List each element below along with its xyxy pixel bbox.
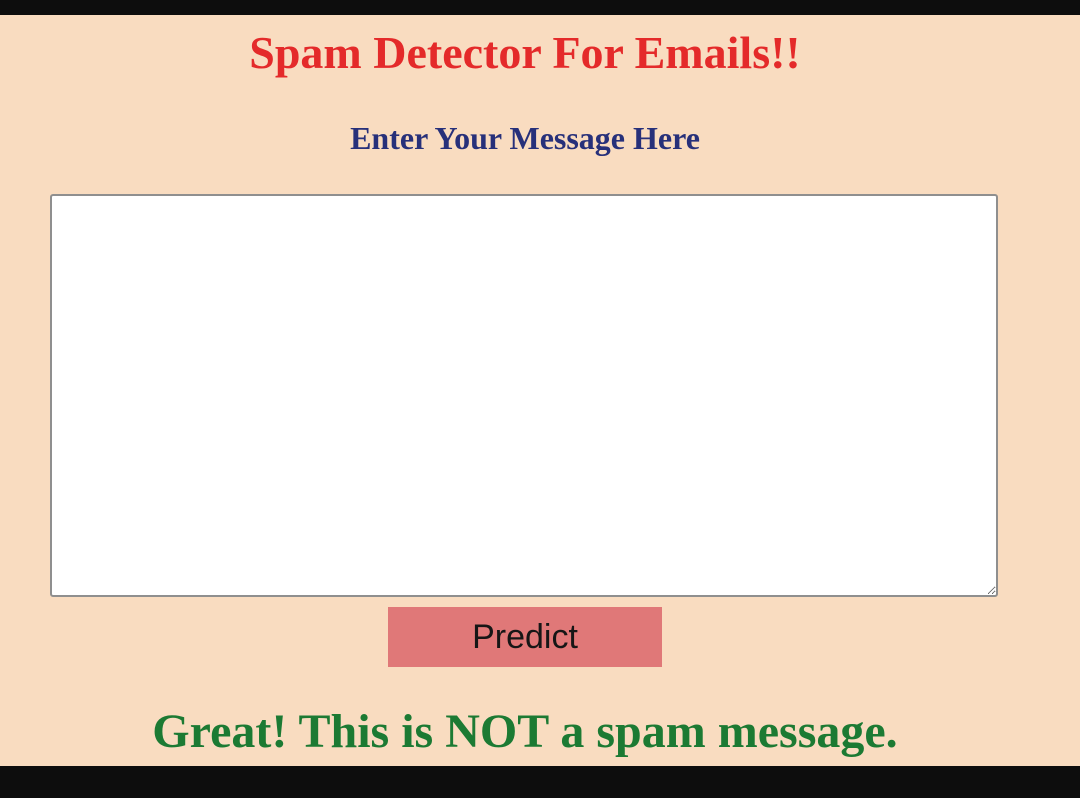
spam-detector-page: Spam Detector For Emails!! Enter Your Me…	[0, 15, 1080, 766]
prediction-result: Great! This is NOT a spam message.	[152, 705, 898, 758]
message-textarea[interactable]	[50, 194, 998, 597]
screen: Spam Detector For Emails!! Enter Your Me…	[0, 0, 1080, 798]
bottom-letterbox-bar	[0, 766, 1080, 798]
predict-button[interactable]: Predict	[388, 607, 662, 667]
message-prompt-heading: Enter Your Message Here	[350, 120, 700, 156]
top-letterbox-bar	[0, 0, 1080, 15]
page-title: Spam Detector For Emails!!	[249, 27, 801, 78]
